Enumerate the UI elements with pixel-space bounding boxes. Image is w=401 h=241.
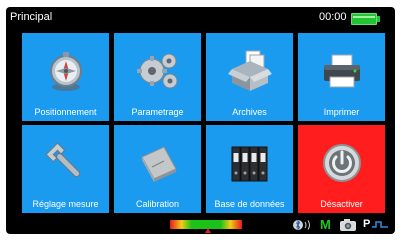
- mode-p-indicator: P: [363, 218, 371, 230]
- page-title: Principal: [10, 11, 53, 23]
- gears-icon: [136, 53, 177, 89]
- archive-box-icon: [227, 50, 272, 91]
- printer-icon: [323, 54, 360, 88]
- tile-imprimer[interactable]: Imprimer: [298, 33, 385, 121]
- tile-label: Parametrage: [131, 107, 184, 117]
- screen: Principal 00:00 Positionnement Parametra…: [6, 7, 395, 234]
- title-bar: Principal 00:00: [6, 7, 395, 29]
- mode-m-indicator: M: [320, 217, 331, 232]
- device-frame: Principal 00:00 Positionnement Parametra…: [0, 0, 401, 241]
- calibration-plate-icon: [140, 146, 177, 182]
- wrench-icon: [44, 142, 80, 178]
- bluetooth-icon: [293, 219, 310, 231]
- tile-label: Archives: [232, 107, 267, 117]
- tile-label: Calibration: [135, 199, 180, 209]
- tile-desactiver[interactable]: Désactiver: [298, 125, 385, 213]
- tile-label: Base de données: [214, 199, 285, 209]
- tile-label: Positionnement: [34, 107, 97, 117]
- clock: 00:00: [319, 11, 347, 23]
- tile-label: Imprimer: [323, 107, 360, 117]
- camera-icon: [340, 219, 356, 231]
- compass-icon: [49, 52, 82, 91]
- power-icon: [322, 144, 361, 182]
- tile-archives[interactable]: Archives: [206, 33, 293, 121]
- battery-icon: [351, 13, 380, 25]
- tile-label: Désactiver: [320, 199, 363, 209]
- pulse-wave-icon: [372, 221, 388, 228]
- tile-base-de-donnees[interactable]: Base de données: [206, 125, 293, 213]
- tile-reglage-mesure[interactable]: Réglage mesure: [22, 125, 109, 213]
- tile-parametrage[interactable]: Parametrage: [114, 33, 201, 121]
- binders-icon: [231, 146, 267, 182]
- tile-positionnement[interactable]: Positionnement: [22, 33, 109, 121]
- level-marker: [205, 228, 211, 233]
- tile-label: Réglage mesure: [32, 199, 99, 209]
- status-bar: M P: [6, 217, 395, 234]
- tile-calibration[interactable]: Calibration: [114, 125, 201, 213]
